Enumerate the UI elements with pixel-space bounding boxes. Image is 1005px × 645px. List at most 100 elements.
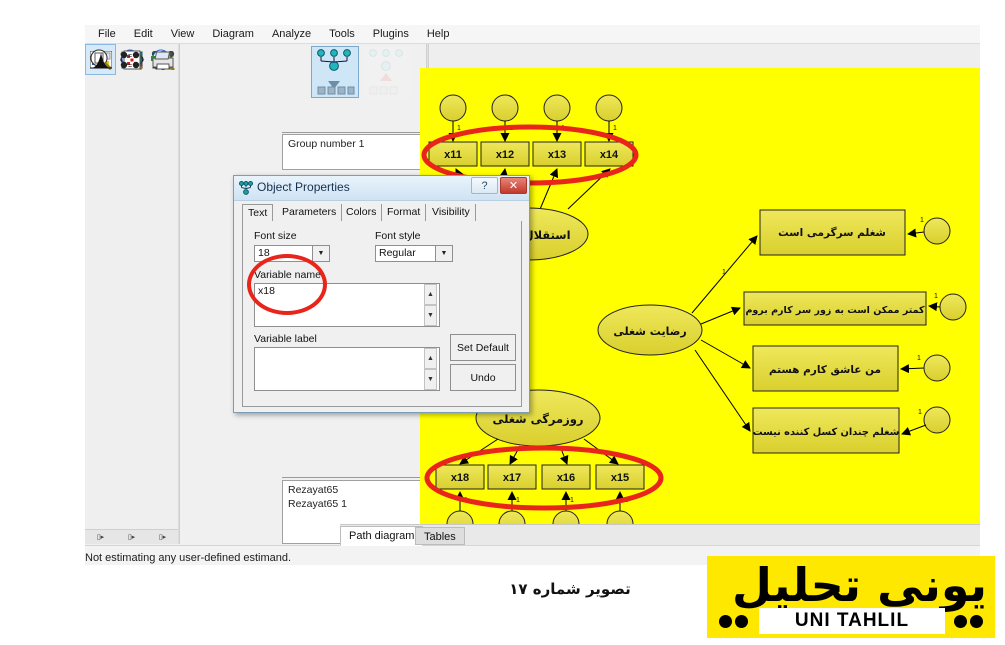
dialog-title-text: Object Properties: [257, 180, 350, 194]
variable-name-scroll-down[interactable]: ▼: [424, 305, 437, 326]
tool-distribution-curve[interactable]: [85, 44, 116, 75]
dialog-tab-content-text: Font size 18 ▼ Font style Regular ▼ Vari…: [242, 221, 522, 407]
amos-application-window: File Edit View Diagram Analyze Tools Plu…: [85, 25, 980, 565]
tab-colors[interactable]: Colors: [341, 204, 383, 221]
button-view-output-model[interactable]: [363, 46, 411, 98]
satisfaction-item-label: من عاشق کارم هستم: [769, 364, 881, 376]
indicator-label: x15: [611, 472, 629, 484]
menu-item-help[interactable]: Help: [418, 27, 459, 41]
logo-latin-text: UNI TAHLIL: [794, 610, 910, 631]
indicator-label: x16: [557, 472, 575, 484]
object-properties-dialog[interactable]: Object Properties ? ✕ Text Parameters Co…: [233, 175, 530, 413]
satisfaction-block: رضایت شغلی شغلم سرگرمی است کمتر ممکن است…: [597, 209, 967, 454]
dialog-title-bar[interactable]: Object Properties ? ✕: [234, 176, 529, 201]
toolbox-column-3: BC ▯▸: [147, 44, 178, 544]
variable-label-scroll-up[interactable]: ▲: [424, 348, 437, 369]
tool-multiple-groups[interactable]: = =: [116, 44, 147, 75]
chevron-down-icon[interactable]: ▼: [435, 246, 452, 261]
variable-name-scroll-up[interactable]: ▲: [424, 284, 437, 305]
svg-text:1: 1: [613, 125, 617, 132]
font-size-value: 18: [258, 247, 270, 259]
menu-item-view[interactable]: View: [162, 27, 204, 41]
tab-format[interactable]: Format: [382, 204, 427, 221]
logo-latin-band: UNI TAHLIL: [759, 608, 945, 634]
menu-item-file[interactable]: File: [89, 27, 125, 41]
satisfaction-item-label: شغلم چندان کسل کننده نیست: [753, 427, 900, 438]
toolbox-column-1: Title ▯▸: [85, 44, 116, 544]
toolbox-scroll-3[interactable]: ▯▸: [147, 529, 178, 544]
menu-bar: File Edit View Diagram Analyze Tools Plu…: [85, 25, 980, 43]
satisfaction-item-label: شغلم سرگرمی است: [778, 226, 886, 239]
model-list-item[interactable]: Rezayat65 1: [288, 498, 419, 512]
object-properties-icon: [239, 181, 253, 195]
svg-text:1: 1: [917, 355, 921, 362]
menu-item-analyze[interactable]: Analyze: [263, 27, 320, 41]
satisfaction-item-label: کمتر ممکن است به زور سر کارم بروم: [745, 305, 925, 316]
model-list-item[interactable]: Rezayat65: [288, 484, 419, 498]
uni-tahlil-logo: یونی تحلیل UNI TAHLIL: [707, 556, 995, 638]
status-bar: Not estimating any user-defined estimand…: [85, 552, 292, 564]
group-list-panel[interactable]: Group number 1: [282, 134, 425, 170]
svg-text:1: 1: [920, 217, 924, 224]
logo-dot: [735, 615, 748, 628]
button-view-input-model[interactable]: [311, 46, 359, 98]
latent-label-routine: روزمرگی شغلی: [492, 412, 583, 427]
set-default-button[interactable]: Set Default: [450, 334, 516, 361]
font-style-value: Regular: [379, 247, 416, 259]
menu-item-diagram[interactable]: Diagram: [203, 27, 263, 41]
menu-item-plugins[interactable]: Plugins: [364, 27, 418, 41]
variable-label-input[interactable]: [254, 347, 440, 391]
group-list-item[interactable]: Group number 1: [288, 138, 419, 152]
indicator-label: x14: [600, 149, 619, 161]
tool-print[interactable]: [147, 44, 178, 75]
svg-text:1: 1: [934, 293, 938, 300]
toolbox-scroll-1[interactable]: ▯▸: [85, 529, 116, 544]
tab-path-diagram[interactable]: Path diagram: [340, 526, 424, 546]
undo-button[interactable]: Undo: [450, 364, 516, 391]
logo-dot: [719, 615, 732, 628]
font-style-combo[interactable]: Regular ▼: [375, 245, 453, 262]
toolbox-column-2: = = ▯▸: [116, 44, 147, 544]
font-size-combo[interactable]: 18 ▼: [254, 245, 330, 262]
indicator-label: x11: [444, 149, 462, 161]
svg-text:1: 1: [722, 269, 726, 276]
toolbox-scroll-2[interactable]: ▯▸: [116, 529, 147, 544]
toolbox: Title ▯▸: [85, 44, 178, 544]
variable-label-label: Variable label: [254, 333, 317, 345]
svg-text:=: =: [127, 53, 131, 60]
group-panel-top-rule: [282, 132, 425, 133]
help-button[interactable]: ?: [471, 177, 498, 194]
variable-label-scroll-down[interactable]: ▼: [424, 369, 437, 390]
font-style-label: Font style: [375, 230, 421, 242]
dialog-tab-strip: Text Parameters Colors Format Visibility: [242, 204, 522, 221]
svg-text:1: 1: [570, 497, 574, 504]
font-size-label: Font size: [254, 230, 297, 242]
indicator-label: x17: [503, 472, 521, 484]
latent-label-satisfaction: رضایت شغلی: [613, 325, 686, 338]
variable-name-label: Variable name: [254, 269, 321, 281]
variable-name-input[interactable]: x18: [254, 283, 440, 327]
view-tabs-bar: Path diagram Tables: [340, 524, 980, 546]
indicator-label: x18: [451, 472, 469, 484]
logo-dot: [954, 615, 967, 628]
svg-text:1: 1: [516, 497, 520, 504]
tab-parameters[interactable]: Parameters: [277, 204, 343, 221]
indicator-label: x13: [548, 149, 566, 161]
tab-visibility[interactable]: Visibility: [427, 204, 476, 221]
indicator-label: x12: [496, 149, 514, 161]
tab-text[interactable]: Text: [242, 204, 274, 221]
close-icon[interactable]: ✕: [500, 177, 527, 194]
logo-dot: [970, 615, 983, 628]
panel-splitter-left: [179, 44, 180, 544]
menu-item-tools[interactable]: Tools: [320, 27, 364, 41]
menu-item-edit[interactable]: Edit: [125, 27, 162, 41]
tab-tables[interactable]: Tables: [415, 527, 465, 545]
model-view-buttons: [278, 44, 426, 101]
dialog-body: Text Parameters Colors Format Visibility…: [238, 202, 526, 410]
svg-text:=: =: [127, 63, 131, 70]
figure-caption: تصویر شماره ۱۷: [509, 580, 631, 598]
chevron-down-icon[interactable]: ▼: [312, 246, 329, 261]
svg-text:1: 1: [457, 125, 461, 132]
models-panel-top-rule: [282, 477, 425, 478]
svg-text:1: 1: [918, 409, 922, 416]
